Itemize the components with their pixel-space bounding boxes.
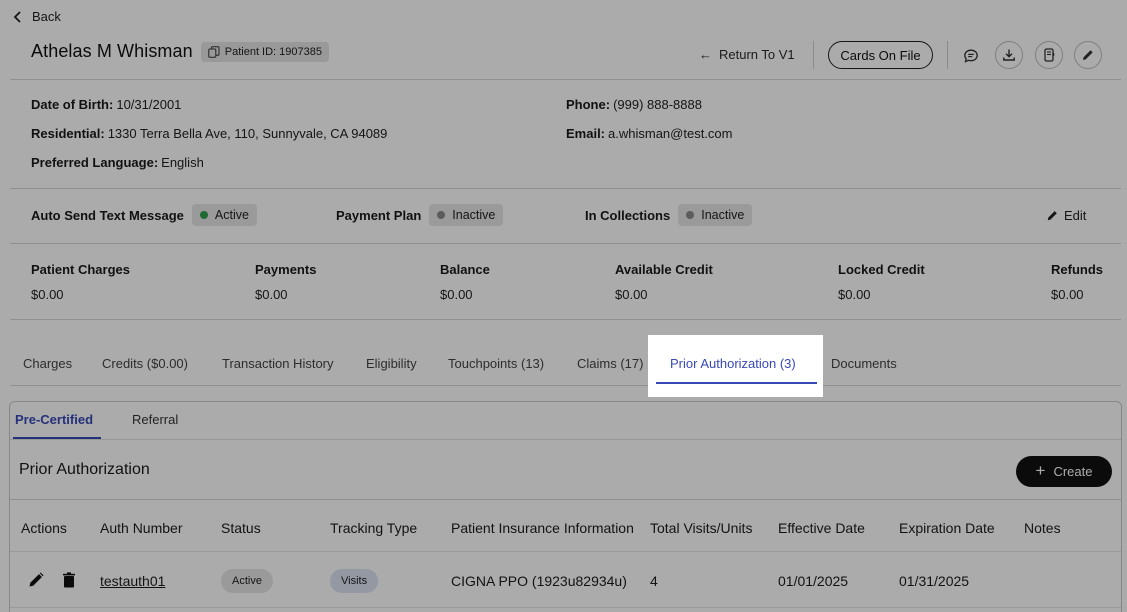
inactive-dot [686,211,695,219]
panel-title: Prior Authorization [19,461,150,478]
divider [10,551,1121,552]
total-visits-cell: 4 [650,573,658,589]
divider [10,607,1121,608]
device-icon [1044,48,1055,62]
column-header-status: Status [221,520,261,536]
divider [10,188,1121,189]
residential-field: Residential: 1330 Terra Bella Ave, 110, S… [31,126,388,141]
email-field: Email: a.whisman@test.com [566,126,733,141]
column-header-tracking-type: Tracking Type [330,520,418,536]
insurance-cell: CIGNA PPO (1923u82934u) [451,573,627,589]
pencil-icon [29,572,44,587]
delete-row-button[interactable] [60,571,78,589]
edit-row-button[interactable] [27,571,45,589]
patient-header: Athelas M Whisman Patient ID: 1907385 [31,41,329,62]
active-dot [199,211,208,219]
divider [10,79,1121,80]
tab-charges[interactable]: Charges [23,356,72,371]
plus-icon: + [1035,461,1046,480]
subtab-pre-certified[interactable]: Pre-Certified [15,412,93,427]
column-header-notes: Notes [1024,520,1061,536]
payment-plan-status: Payment Plan Inactive [336,204,504,226]
status-badge: Inactive [678,204,753,226]
language-field: Preferred Language: English [31,155,204,170]
finance-patient-charges: Patient Charges $0.00 [31,262,130,302]
effective-date-cell: 01/01/2025 [778,573,849,589]
column-header-total-visits: Total Visits/Units [650,520,753,536]
tab-eligibility[interactable]: Eligibility [366,356,417,371]
edit-patient-button[interactable] [1074,41,1102,69]
column-header-auth-number: Auth Number [100,520,183,536]
finance-payments: Payments $0.00 [255,262,317,302]
tab-claims[interactable]: Claims (17) [577,356,643,371]
copy-icon [208,45,220,58]
status-badge: Active [191,204,257,226]
create-button[interactable]: + Create [1016,456,1112,487]
divider [813,41,814,69]
back-label: Back [32,9,61,24]
statement-button[interactable] [1035,41,1063,69]
download-button[interactable] [995,41,1023,69]
return-to-v1-link[interactable]: ← Return To V1 [699,47,795,62]
patient-id-chip[interactable]: Patient ID: 1907385 [200,41,329,62]
divider [10,319,1121,320]
edit-label: Edit [1064,208,1087,223]
chevron-left-icon [13,10,21,23]
patient-ledger-page: Back Athelas M Whisman Patient ID: 19073… [0,0,1127,612]
finance-refunds: Refunds $0.00 [1051,262,1103,302]
active-tab-underline [656,382,817,384]
tab-documents[interactable]: Documents [831,356,897,371]
status-badge: Active [221,569,273,593]
patient-name: Athelas M Whisman [31,41,193,61]
tab-transaction-history[interactable]: Transaction History [222,356,334,371]
dob-field: Date of Birth: 10/31/2001 [31,97,182,112]
collections-status: In Collections Inactive [585,204,753,226]
column-header-insurance: Patient Insurance Information [451,520,634,536]
column-header-expiration-date: Expiration Date [899,520,995,536]
subtab-referral[interactable]: Referral [132,412,178,427]
payment-plan-label: Payment Plan [336,207,422,223]
divider [10,385,1121,386]
back-button[interactable]: Back [12,9,61,24]
finance-available-credit: Available Credit $0.00 [615,262,713,302]
tab-touchpoints[interactable]: Touchpoints (13) [448,356,544,371]
divider [10,499,1121,500]
pencil-icon [1083,50,1093,60]
cards-on-file-button[interactable]: Cards On File [828,41,933,69]
column-header-effective-date: Effective Date [778,520,865,536]
inactive-dot [437,211,446,219]
phone-field: Phone: (999) 888-8888 [566,97,702,112]
divider [947,41,948,69]
tracking-type-badge: Visits [330,569,379,593]
auto-send-text-status: Auto Send Text Message Active [31,204,257,226]
column-header-actions: Actions [21,520,67,536]
trash-icon [63,572,75,588]
expiration-date-cell: 01/31/2025 [899,573,970,589]
tab-credits[interactable]: Credits ($0.00) [102,356,188,371]
patient-id-label: Patient ID: 1907385 [224,45,322,58]
pencil-icon [1047,211,1057,221]
status-badge: Inactive [429,204,504,226]
auth-number-link[interactable]: testauth01 [100,573,165,589]
return-to-v1-label: Return To V1 [719,47,795,62]
download-icon [1003,49,1015,61]
edit-status-button[interactable]: Edit [1047,208,1086,223]
divider [10,439,1121,440]
finance-locked-credit: Locked Credit $0.00 [838,262,925,302]
in-collections-label: In Collections [585,207,671,223]
chat-icon[interactable] [962,47,980,65]
auto-send-text-label: Auto Send Text Message [31,207,184,223]
arrow-left-icon: ← [699,47,712,62]
divider [10,243,1121,244]
finance-balance: Balance $0.00 [440,262,490,302]
tab-prior-authorization[interactable]: Prior Authorization (3) [670,356,796,371]
